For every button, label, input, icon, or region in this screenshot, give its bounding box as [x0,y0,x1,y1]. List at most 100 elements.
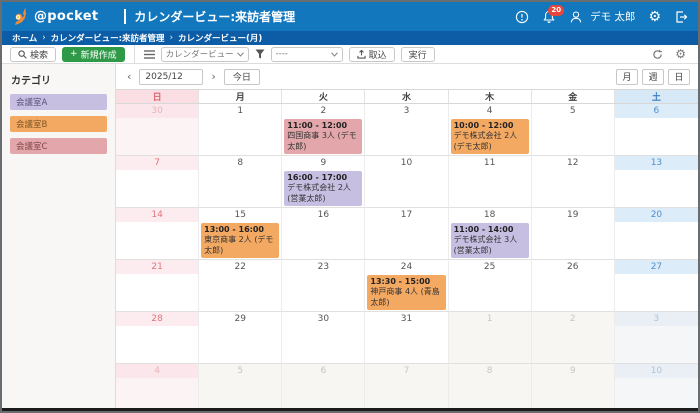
day-cell[interactable]: 17 [365,208,448,260]
breadcrumb-item[interactable]: ホーム [12,32,37,44]
day-number: 24 [365,260,447,274]
category-chip-C[interactable]: 会議室C [10,138,107,154]
day-number: 18 [449,208,531,222]
view-month-button[interactable]: 月 [616,69,638,85]
day-cell[interactable]: 14 [116,208,199,260]
chevron-down-icon [237,52,244,57]
day-cell[interactable]: 13 [615,156,698,208]
event-title: デモ株式会社 2人 (営業太郎) [287,183,359,204]
notifications-bell[interactable]: 20 [542,10,556,24]
app-logo[interactable]: @pocket [10,7,98,27]
category-chip-A[interactable]: 会議室A [10,94,107,110]
day-cell[interactable]: 3 [615,312,698,364]
today-button[interactable]: 今日 [224,69,260,85]
day-number: 5 [199,364,281,378]
day-cell[interactable]: 21 [116,260,199,312]
day-cell[interactable]: 30 [282,312,365,364]
day-cell[interactable]: 6 [615,104,698,156]
filter-select-value: ---- [276,49,288,59]
user-icon[interactable] [569,10,583,24]
event-title: 東京商事 2人 (デモ 太郎) [204,235,276,256]
day-cell[interactable]: 10 [615,364,698,408]
event-chip[interactable]: 16:00 - 17:00デモ株式会社 2人 (営業太郎) [284,171,362,206]
event-chip[interactable]: 11:00 - 12:00四国商事 3人 (デモ 太郎) [284,119,362,154]
day-cell[interactable]: 10 [365,156,448,208]
day-cell[interactable]: 25 [449,260,532,312]
execute-button[interactable]: 実行 [401,47,435,62]
day-number: 31 [365,312,447,326]
day-number: 2 [532,312,614,326]
weekday-label: 土 [615,90,698,103]
day-cell[interactable]: 11 [449,156,532,208]
day-cell[interactable]: 7 [116,156,199,208]
day-cell[interactable]: 1 [199,104,282,156]
day-cell[interactable]: 1 [449,312,532,364]
user-name[interactable]: デモ 太郎 [590,9,635,24]
settings-gear-icon[interactable]: ⚙ [648,10,661,24]
day-cell[interactable]: 8 [199,156,282,208]
search-button[interactable]: 検索 [10,47,56,62]
import-button[interactable]: 取込 [349,47,395,62]
day-cell[interactable]: 1513:00 - 16:00東京商事 2人 (デモ 太郎) [199,208,282,260]
logout-icon[interactable] [674,10,688,24]
info-icon[interactable] [515,10,529,24]
day-cell[interactable]: 3 [365,104,448,156]
day-cell[interactable]: 211:00 - 12:00四国商事 3人 (デモ 太郎) [282,104,365,156]
day-cell[interactable]: 29 [199,312,282,364]
next-month-button[interactable]: › [208,70,218,83]
day-cell[interactable]: 2413:30 - 15:00神戸商事 4人 (青島 太郎) [365,260,448,312]
refresh-icon[interactable] [652,49,663,60]
event-title: 四国商事 3人 (デモ 太郎) [287,131,359,152]
day-number: 12 [532,156,614,170]
notification-badge: 20 [548,5,564,16]
day-number: 22 [199,260,281,274]
day-cell[interactable]: 5 [199,364,282,408]
day-number: 19 [532,208,614,222]
event-chip[interactable]: 13:30 - 15:00神戸商事 4人 (青島 太郎) [367,275,445,310]
day-cell[interactable]: 1811:00 - 14:00デモ株式会社 3人 (営業太郎) [449,208,532,260]
day-cell[interactable]: 5 [532,104,615,156]
event-chip[interactable]: 11:00 - 14:00デモ株式会社 3人 (営業太郎) [451,223,529,258]
day-cell[interactable]: 30 [116,104,199,156]
breadcrumb-item[interactable]: カレンダービュー:来訪者管理 [51,32,165,44]
day-cell[interactable]: 9 [532,364,615,408]
create-new-button[interactable]: + 新規作成 [62,47,125,62]
day-cell[interactable]: 28 [116,312,199,364]
day-number: 10 [365,156,447,170]
event-chip[interactable]: 13:00 - 16:00東京商事 2人 (デモ 太郎) [201,223,279,258]
day-cell[interactable]: 2 [532,312,615,364]
day-cell[interactable]: 4 [116,364,199,408]
day-cell[interactable]: 20 [615,208,698,260]
day-cell[interactable]: 8 [449,364,532,408]
day-cell[interactable]: 6 [282,364,365,408]
day-number: 7 [116,156,198,170]
day-number: 10 [615,364,698,378]
day-cell[interactable]: 410:00 - 12:00デモ株式会社 2人 (デモ太郎) [449,104,532,156]
day-number: 8 [449,364,531,378]
day-cell[interactable]: 12 [532,156,615,208]
day-cell[interactable]: 26 [532,260,615,312]
day-cell[interactable]: 916:00 - 17:00デモ株式会社 2人 (営業太郎) [282,156,365,208]
view-day-button[interactable]: 日 [668,69,690,85]
day-cell[interactable]: 7 [365,364,448,408]
view-week-button[interactable]: 週 [642,69,664,85]
day-cell[interactable]: 23 [282,260,365,312]
breadcrumb-item[interactable]: カレンダービュー(月) [178,32,262,44]
logo-text: @pocket [34,9,98,24]
day-number: 17 [365,208,447,222]
filter-funnel-icon[interactable] [255,49,265,59]
day-cell[interactable]: 27 [615,260,698,312]
category-chip-B[interactable]: 会議室B [10,116,107,132]
day-cell[interactable]: 22 [199,260,282,312]
day-cell[interactable]: 16 [282,208,365,260]
prev-month-button[interactable]: ‹ [124,70,134,83]
event-chip[interactable]: 10:00 - 12:00デモ株式会社 2人 (デモ太郎) [451,119,529,154]
day-cell[interactable]: 31 [365,312,448,364]
view-select[interactable]: カレンダービュー [161,47,249,62]
day-cell[interactable]: 19 [532,208,615,260]
day-number: 2 [282,104,364,118]
filter-select[interactable]: ---- [271,47,343,62]
calendar-settings-gear-icon[interactable]: ⚙ [675,48,686,60]
period-input[interactable] [139,69,203,85]
list-view-icon[interactable] [144,50,155,59]
